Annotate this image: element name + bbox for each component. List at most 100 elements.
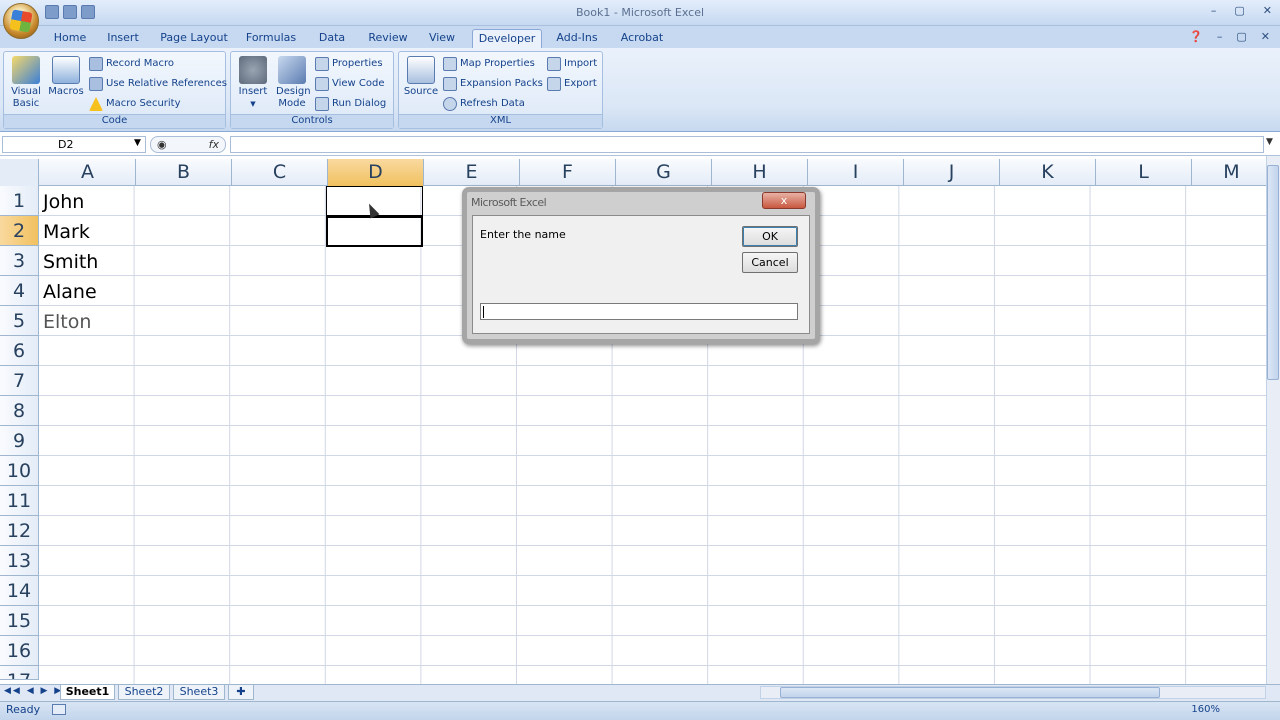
cell-a4[interactable]: Alane bbox=[43, 277, 97, 307]
dialog-title: Microsoft Excel bbox=[471, 196, 547, 209]
row-header-2[interactable]: 2 bbox=[0, 216, 39, 246]
cell-a3[interactable]: Smith bbox=[43, 247, 98, 277]
insert-control-button[interactable]: Insert ▼ bbox=[235, 56, 271, 110]
dialog-text-input[interactable] bbox=[480, 303, 798, 320]
sheet-tab-sheet3[interactable]: Sheet3 bbox=[173, 685, 225, 700]
row-header-6[interactable]: 6 bbox=[0, 336, 39, 366]
expansion-packs-button[interactable]: Expansion Packs bbox=[443, 75, 543, 93]
row-header-17[interactable]: 17 bbox=[0, 666, 39, 680]
properties-button[interactable]: Properties bbox=[315, 55, 383, 73]
use-relative-references-label: Use Relative References bbox=[106, 78, 227, 89]
map-properties-button[interactable]: Map Properties bbox=[443, 55, 535, 73]
cancel-button[interactable]: Cancel bbox=[742, 252, 798, 273]
close-button[interactable]: ✕ bbox=[1263, 4, 1272, 17]
column-header-g[interactable]: G bbox=[616, 159, 712, 186]
vertical-scroll-thumb[interactable] bbox=[1267, 165, 1279, 380]
ribbon-close-icon[interactable]: ✕ bbox=[1261, 30, 1270, 43]
formula-input[interactable] bbox=[230, 136, 1264, 153]
column-header-c[interactable]: C bbox=[232, 159, 328, 186]
column-header-k[interactable]: K bbox=[1000, 159, 1096, 186]
tab-add-ins[interactable]: Add-Ins bbox=[553, 29, 601, 48]
column-header-l[interactable]: L bbox=[1096, 159, 1192, 186]
row-header-15[interactable]: 15 bbox=[0, 606, 39, 636]
tab-view[interactable]: View bbox=[424, 29, 460, 48]
minimize-button[interactable]: – bbox=[1211, 4, 1217, 17]
tab-developer[interactable]: Developer bbox=[472, 29, 542, 48]
status-ready: Ready bbox=[6, 703, 41, 716]
sheet-tab-sheet2[interactable]: Sheet2 bbox=[118, 685, 170, 700]
function-options-icon[interactable]: ◉ bbox=[157, 138, 167, 151]
insert-control-icon bbox=[239, 56, 267, 84]
macro-security-button[interactable]: Macro Security bbox=[89, 95, 181, 113]
column-header-a[interactable]: A bbox=[40, 159, 136, 186]
tab-review[interactable]: Review bbox=[366, 29, 410, 48]
expand-formula-bar-icon[interactable]: ▼ bbox=[1266, 137, 1273, 147]
column-header-d[interactable]: D bbox=[328, 159, 424, 186]
help-icon[interactable]: ❓ bbox=[1189, 30, 1203, 43]
column-header-i[interactable]: I bbox=[808, 159, 904, 186]
ok-button[interactable]: OK bbox=[742, 226, 798, 247]
ribbon-minimize-icon[interactable]: – bbox=[1217, 30, 1223, 43]
row-header-12[interactable]: 12 bbox=[0, 516, 39, 546]
row-header-3[interactable]: 3 bbox=[0, 246, 39, 276]
name-box-dropdown-icon[interactable]: ▼ bbox=[134, 138, 141, 148]
tab-insert[interactable]: Insert bbox=[103, 29, 143, 48]
column-header-f[interactable]: F bbox=[520, 159, 616, 186]
insert-sheet-icon[interactable]: ✚ bbox=[228, 685, 254, 700]
tab-acrobat[interactable]: Acrobat bbox=[616, 29, 668, 48]
run-dialog-label: Run Dialog bbox=[332, 98, 387, 109]
name-box[interactable]: D2 bbox=[2, 136, 146, 153]
record-macro-button[interactable]: Record Macro bbox=[89, 55, 174, 73]
select-all-corner[interactable] bbox=[0, 159, 39, 186]
tab-page-layout[interactable]: Page Layout bbox=[158, 29, 230, 48]
active-cell-d2[interactable] bbox=[326, 216, 423, 247]
use-relative-references-button[interactable]: Use Relative References bbox=[89, 75, 227, 93]
import-button[interactable]: Import bbox=[547, 55, 597, 73]
run-dialog-button[interactable]: Run Dialog bbox=[315, 95, 386, 113]
cell-a2[interactable]: Mark bbox=[43, 217, 90, 247]
export-icon bbox=[547, 77, 561, 91]
insert-function-button[interactable]: fx bbox=[209, 138, 219, 151]
row-header-11[interactable]: 11 bbox=[0, 486, 39, 516]
tab-home[interactable]: Home bbox=[52, 29, 88, 48]
visual-basic-button[interactable]: Visual Basic bbox=[8, 56, 44, 110]
row-header-5[interactable]: 5 bbox=[0, 306, 39, 336]
office-button-icon[interactable] bbox=[3, 3, 39, 39]
ribbon-restore-icon[interactable]: ▢ bbox=[1236, 30, 1246, 43]
formula-buttons: ◉ fx bbox=[150, 136, 226, 153]
sheet-tab-sheet1[interactable]: Sheet1 bbox=[60, 685, 115, 700]
view-code-label: View Code bbox=[332, 78, 385, 89]
column-header-b[interactable]: B bbox=[136, 159, 232, 186]
status-bar bbox=[0, 701, 1280, 720]
row-header-8[interactable]: 8 bbox=[0, 396, 39, 426]
design-mode-button[interactable]: Design Mode bbox=[273, 56, 311, 110]
row-header-14[interactable]: 14 bbox=[0, 576, 39, 606]
row-header-1[interactable]: 1 bbox=[0, 186, 39, 216]
refresh-data-button[interactable]: Refresh Data bbox=[443, 95, 525, 113]
column-header-j[interactable]: J bbox=[904, 159, 1000, 186]
row-header-7[interactable]: 7 bbox=[0, 366, 39, 396]
expansion-packs-label: Expansion Packs bbox=[460, 78, 543, 89]
cell-a5[interactable]: Elton bbox=[43, 307, 91, 337]
row-header-4[interactable]: 4 bbox=[0, 276, 39, 306]
horizontal-scroll-thumb[interactable] bbox=[780, 687, 1160, 698]
macros-button[interactable]: Macros bbox=[47, 56, 85, 98]
source-button[interactable]: Source bbox=[403, 56, 439, 98]
maximize-button[interactable]: ▢ bbox=[1234, 4, 1244, 17]
column-header-e[interactable]: E bbox=[424, 159, 520, 186]
tab-formulas[interactable]: Formulas bbox=[244, 29, 298, 48]
dialog-close-button[interactable]: x bbox=[762, 192, 806, 209]
macro-recording-icon[interactable] bbox=[52, 704, 66, 715]
cell-a1[interactable]: John bbox=[43, 187, 84, 217]
column-header-m[interactable]: M bbox=[1192, 159, 1272, 186]
row-header-9[interactable]: 9 bbox=[0, 426, 39, 456]
column-header-h[interactable]: H bbox=[712, 159, 808, 186]
row-header-13[interactable]: 13 bbox=[0, 546, 39, 576]
visual-basic-icon bbox=[12, 56, 40, 84]
export-button[interactable]: Export bbox=[547, 75, 597, 93]
zoom-level[interactable]: 160% bbox=[1191, 704, 1220, 715]
row-header-10[interactable]: 10 bbox=[0, 456, 39, 486]
tab-data[interactable]: Data bbox=[314, 29, 350, 48]
row-header-16[interactable]: 16 bbox=[0, 636, 39, 666]
view-code-button[interactable]: View Code bbox=[315, 75, 385, 93]
